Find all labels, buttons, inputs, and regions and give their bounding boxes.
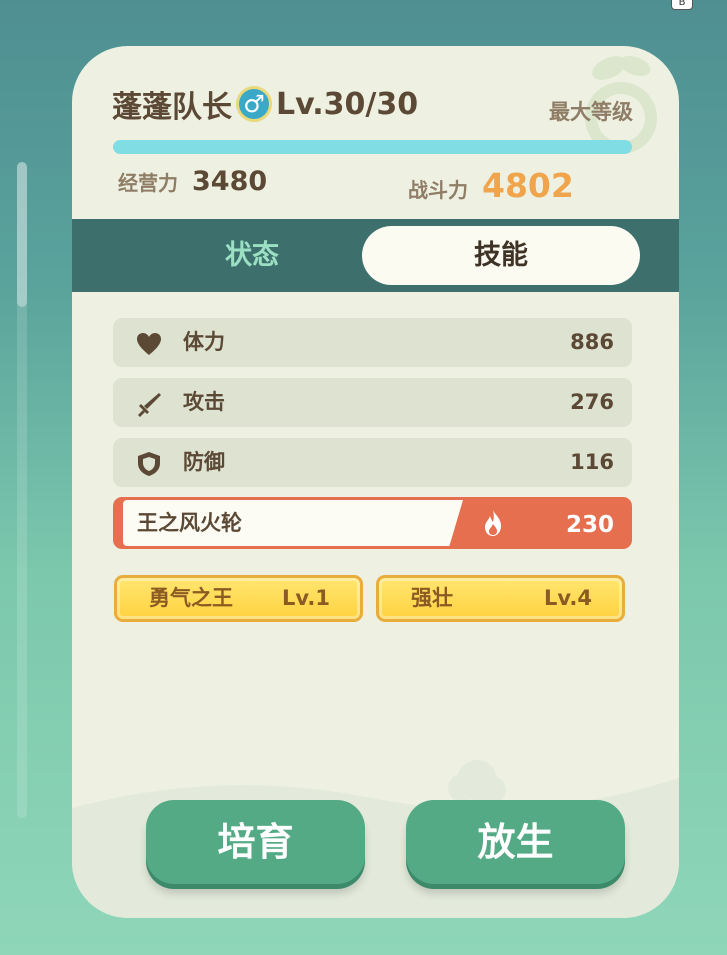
skill-name: 强壮: [411, 586, 453, 610]
skill-chip-sturdy[interactable]: 强壮 Lv.4: [376, 575, 625, 622]
skill-chip-courage-king[interactable]: 勇气之王 Lv.1: [114, 575, 363, 622]
exp-progress-fill: [113, 140, 632, 154]
stat-row-defense: 防御 116: [113, 438, 632, 487]
stat-label-hp: 体力: [183, 330, 225, 354]
corner-badge: B: [671, 0, 693, 10]
fire-icon: [485, 510, 501, 536]
special-skill-name: 王之风火轮: [137, 511, 242, 535]
scrollbar-thumb[interactable]: [17, 162, 27, 307]
tab-status[interactable]: 状态: [162, 219, 342, 292]
stat-label-defense: 防御: [183, 450, 225, 474]
stat-row-hp: 体力 886: [113, 318, 632, 367]
stat-value-attack: 276: [570, 390, 614, 414]
combat-power-value: 4802: [482, 166, 574, 205]
pet-title: 蓬蓬队长 ♂ Lv.30/30: [112, 84, 419, 125]
tab-skills[interactable]: 技能: [362, 226, 640, 285]
exp-progress-bar: [113, 140, 632, 154]
pet-detail-card: 蓬蓬队长 ♂ Lv.30/30 最大等级 经营力 3480 战斗力 4802 状…: [72, 46, 679, 918]
stat-row-attack: 攻击 276: [113, 378, 632, 427]
combat-power-label: 战斗力: [408, 178, 468, 202]
tab-bar: 状态 技能: [72, 219, 679, 292]
shield-icon: [138, 452, 160, 476]
skill-name: 勇气之王: [149, 586, 233, 610]
male-gender-icon: ♂: [236, 86, 272, 122]
max-level-label: 最大等级: [549, 100, 633, 124]
business-power-label: 经营力: [118, 171, 178, 195]
pet-level: Lv.30/30: [276, 86, 419, 122]
stat-label-attack: 攻击: [183, 390, 225, 414]
stat-value-defense: 116: [570, 450, 614, 474]
stat-value-hp: 886: [570, 330, 614, 354]
special-skill-value: 230: [565, 512, 614, 538]
release-button[interactable]: 放生: [406, 800, 625, 884]
pet-name: 蓬蓬队长: [112, 90, 232, 125]
heart-icon: [137, 333, 161, 355]
business-power-value: 3480: [192, 166, 268, 197]
sword-icon: [138, 393, 161, 417]
skill-level: Lv.1: [282, 586, 330, 610]
business-power: 经营力 3480: [118, 166, 267, 206]
background-scrollbar[interactable]: [17, 162, 27, 818]
combat-power: 战斗力 4802: [408, 166, 574, 206]
special-skill-row[interactable]: 王之风火轮 230: [113, 497, 632, 549]
train-button[interactable]: 培育: [146, 800, 365, 884]
skill-level: Lv.4: [544, 586, 592, 610]
